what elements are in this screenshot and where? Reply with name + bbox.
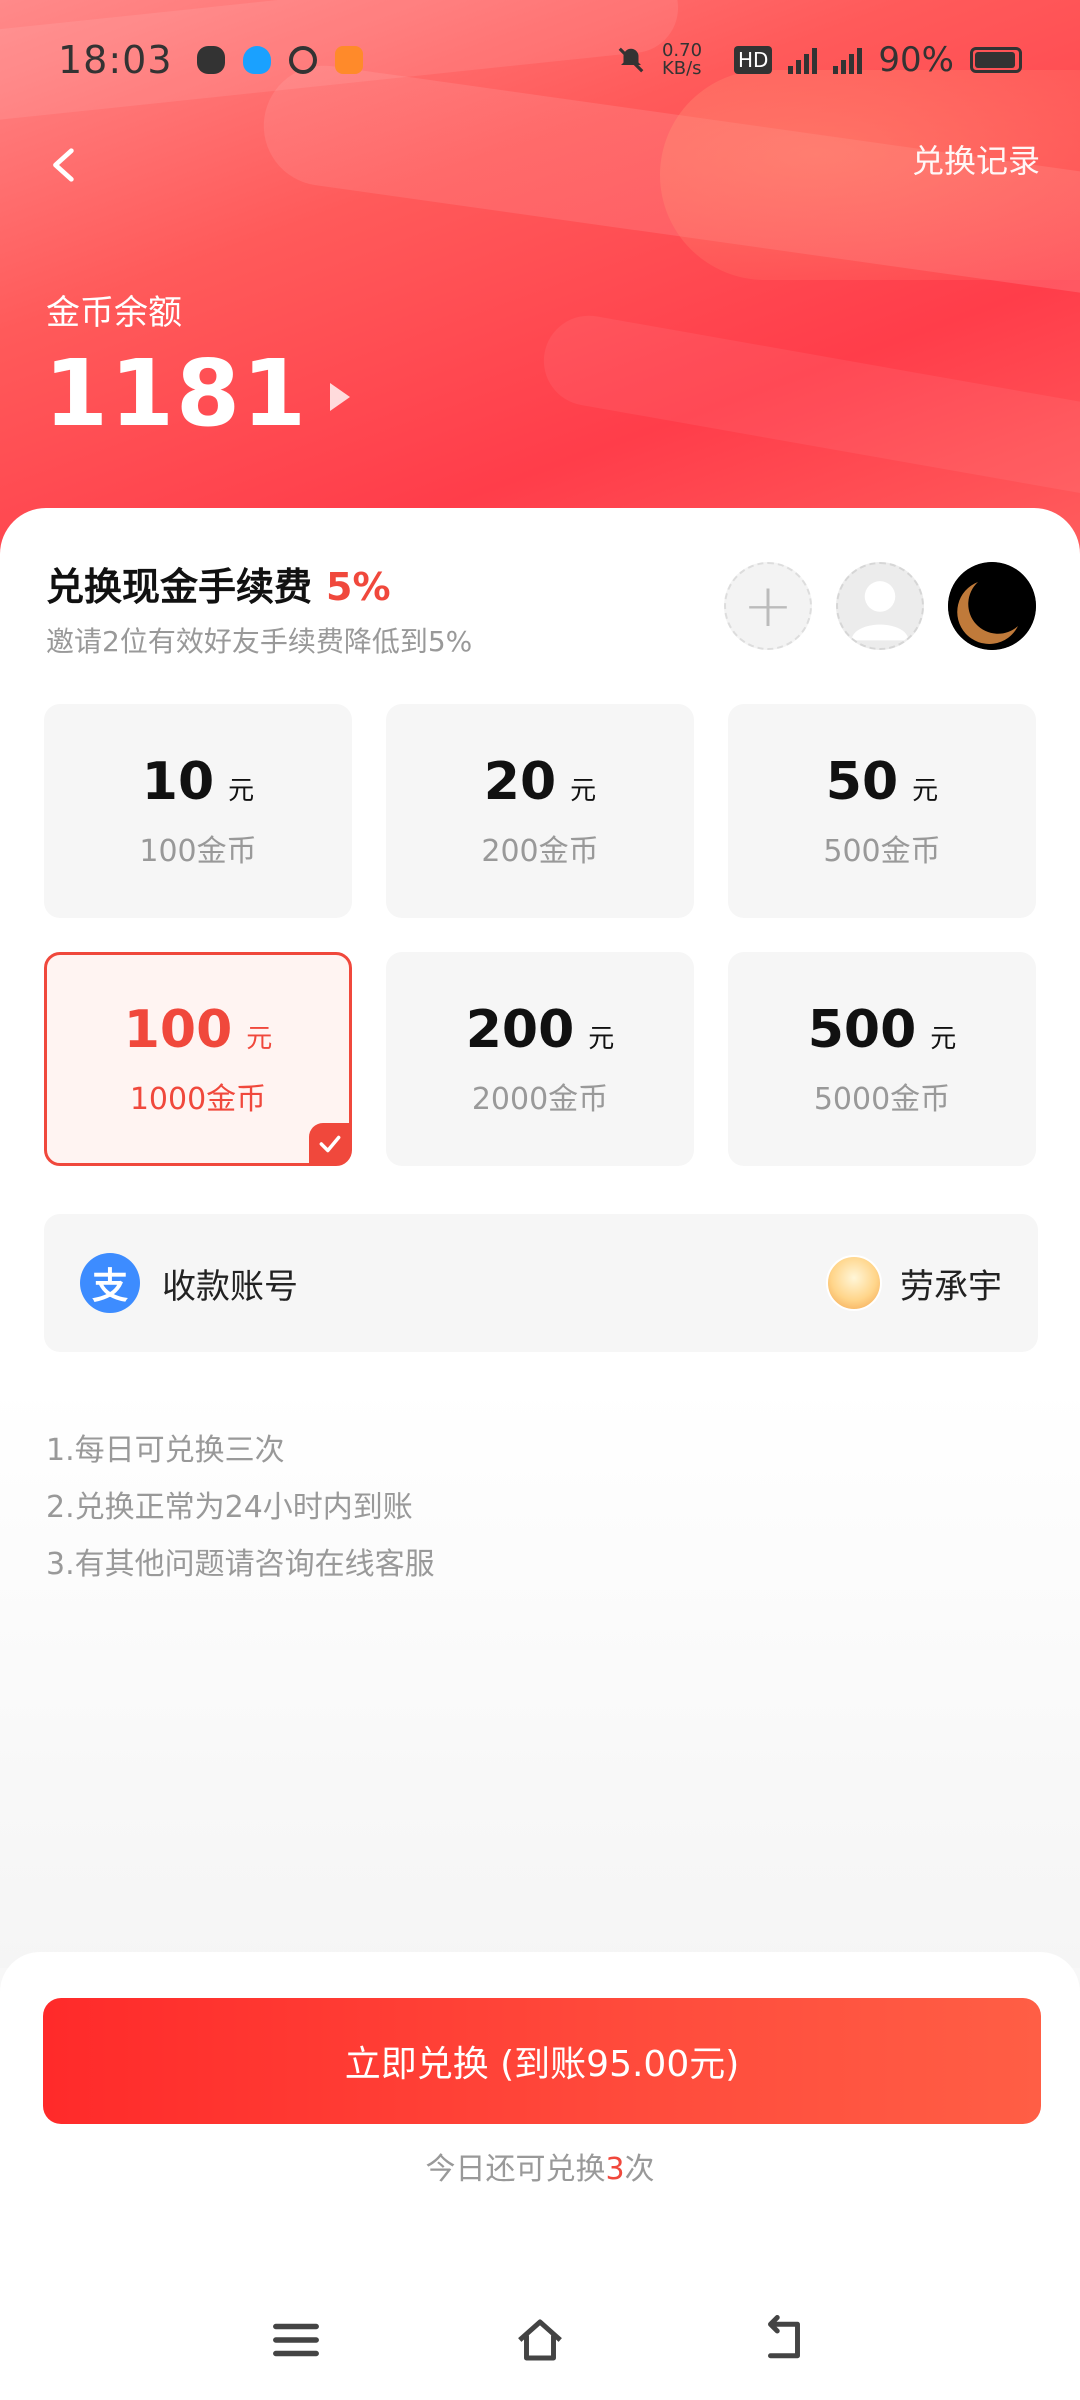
- option-coins: 200金币: [481, 834, 599, 869]
- option-amount: 10 元: [142, 752, 254, 812]
- alipay-icon: 支: [80, 1253, 140, 1313]
- mute-icon: [618, 47, 644, 73]
- status-bar: 18:03 0.70 KB/s HD 90%: [0, 0, 1080, 120]
- option-coins: 2000金币: [471, 1082, 609, 1117]
- decor-wave: [536, 308, 1080, 502]
- selected-check-icon: [309, 1123, 351, 1165]
- status-time: 18:03: [58, 38, 173, 82]
- battery-icon: [970, 47, 1022, 73]
- default-avatar-icon: [851, 581, 909, 641]
- note-line: 3.有其他问题请咨询在线客服: [46, 1547, 435, 1582]
- remain-count: 3: [605, 2152, 625, 2187]
- note-line: 1.每日可兑换三次: [46, 1433, 285, 1468]
- option-500[interactable]: 500 元 5000金币: [728, 952, 1036, 1166]
- account-name: 劳承宇: [900, 1266, 1002, 1307]
- fee-title: 兑换现金手续费 5%: [46, 556, 391, 611]
- exchange-now-button[interactable]: 立即兑换 (到账95.00元): [43, 1998, 1041, 2124]
- invite-avatars: +: [724, 562, 1036, 650]
- amount-value: 10: [141, 752, 215, 812]
- amount-unit: 元: [930, 1024, 957, 1054]
- exchange-card: 兑换现金手续费 5% 邀请2位有效好友手续费降低到5% + 10 元 100金币…: [0, 508, 1080, 1968]
- friend-avatar[interactable]: [948, 562, 1036, 650]
- remain-prefix: 今日还可兑换: [425, 2152, 606, 2187]
- option-10[interactable]: 10 元 100金币: [44, 704, 352, 918]
- amount-value: 200: [465, 1000, 575, 1060]
- battery-percent: 90%: [878, 40, 954, 80]
- option-amount: 20 元: [484, 752, 596, 812]
- hd-icon: HD: [733, 46, 773, 74]
- remaining-times: 今日还可兑换3次: [0, 2144, 1080, 2188]
- chevron-left-icon: [53, 148, 74, 182]
- header-background: 18:03 0.70 KB/s HD 90% 兑换记录 金币余额 1181: [0, 0, 1080, 560]
- option-200[interactable]: 200 元 2000金币: [386, 952, 694, 1166]
- amount-value: 100: [123, 1000, 233, 1060]
- option-amount: 50 元: [826, 752, 938, 812]
- option-amount: 200 元: [466, 1000, 615, 1060]
- fee-subtitle: 邀请2位有效好友手续费降低到5%: [46, 625, 473, 658]
- invite-slot-avatar[interactable]: [836, 562, 924, 650]
- status-right: 0.70 KB/s HD 90%: [616, 40, 1022, 80]
- exchange-page: 18:03 0.70 KB/s HD 90% 兑换记录 金币余额 1181 兑换…: [0, 0, 1080, 2400]
- link-icon: [288, 46, 317, 74]
- account-holder: 劳承宇: [826, 1255, 1002, 1311]
- moon-avatar-icon: [948, 562, 1036, 650]
- signal-5g-icon: [833, 46, 863, 74]
- option-amount: 100 元: [124, 1000, 273, 1060]
- option-coins: 1000金币: [129, 1082, 267, 1117]
- amount-unit: 元: [228, 776, 255, 806]
- system-nav-bar: [0, 2280, 1080, 2400]
- play-arrow-icon: [330, 382, 351, 411]
- amount-unit: 元: [912, 776, 939, 806]
- wechat-icon: [196, 46, 225, 74]
- option-20[interactable]: 20 元 200金币: [386, 704, 694, 918]
- amount-value: 20: [483, 752, 557, 812]
- home-icon[interactable]: [513, 2313, 567, 2367]
- network-speed: 0.70 KB/s: [661, 40, 703, 79]
- option-coins: 5000金币: [813, 1082, 951, 1117]
- payee-account-row[interactable]: 支 收款账号 劳承宇: [44, 1214, 1038, 1352]
- fee-title-text: 兑换现金手续费: [46, 565, 313, 609]
- exchange-record-link[interactable]: 兑换记录: [912, 136, 1040, 182]
- option-coins: 500金币: [823, 834, 941, 869]
- remain-suffix: 次: [624, 2152, 655, 2187]
- plus-icon: +: [742, 571, 794, 641]
- menu-icon[interactable]: [269, 2313, 323, 2367]
- account-label: 收款账号: [162, 1266, 298, 1307]
- invite-add-button[interactable]: +: [724, 562, 812, 650]
- signal-5g-icon: [788, 46, 818, 74]
- account-avatar: [826, 1255, 882, 1311]
- amount-unit: 元: [588, 1024, 615, 1054]
- amount-value: 500: [807, 1000, 917, 1060]
- option-50[interactable]: 50 元 500金币: [728, 704, 1036, 918]
- option-100[interactable]: 100 元 1000金币: [44, 952, 352, 1166]
- amount-value: 50: [825, 752, 899, 812]
- balance-value: 1181: [44, 340, 309, 447]
- notification-icons: [196, 46, 363, 74]
- exchange-options: 10 元 100金币 20 元 200金币 50 元 500金币 100 元 1000金…: [44, 704, 1036, 1166]
- back-nav-icon[interactable]: [757, 2313, 811, 2367]
- fee-percent: 5%: [326, 565, 391, 609]
- note-line: 2.兑换正常为24小时内到账: [46, 1490, 413, 1525]
- amount-unit: 元: [246, 1024, 273, 1054]
- balance-label: 金币余额: [46, 293, 182, 333]
- option-amount: 500 元: [808, 1000, 957, 1060]
- back-button[interactable]: [30, 130, 100, 200]
- app-icon: [334, 46, 363, 74]
- qq-icon: [242, 46, 271, 74]
- amount-unit: 元: [570, 776, 597, 806]
- option-coins: 100金币: [139, 834, 257, 869]
- balance-row[interactable]: 1181: [44, 340, 351, 447]
- exchange-notes: 1.每日可兑换三次 2.兑换正常为24小时内到账 3.有其他问题请咨询在线客服: [46, 1422, 435, 1593]
